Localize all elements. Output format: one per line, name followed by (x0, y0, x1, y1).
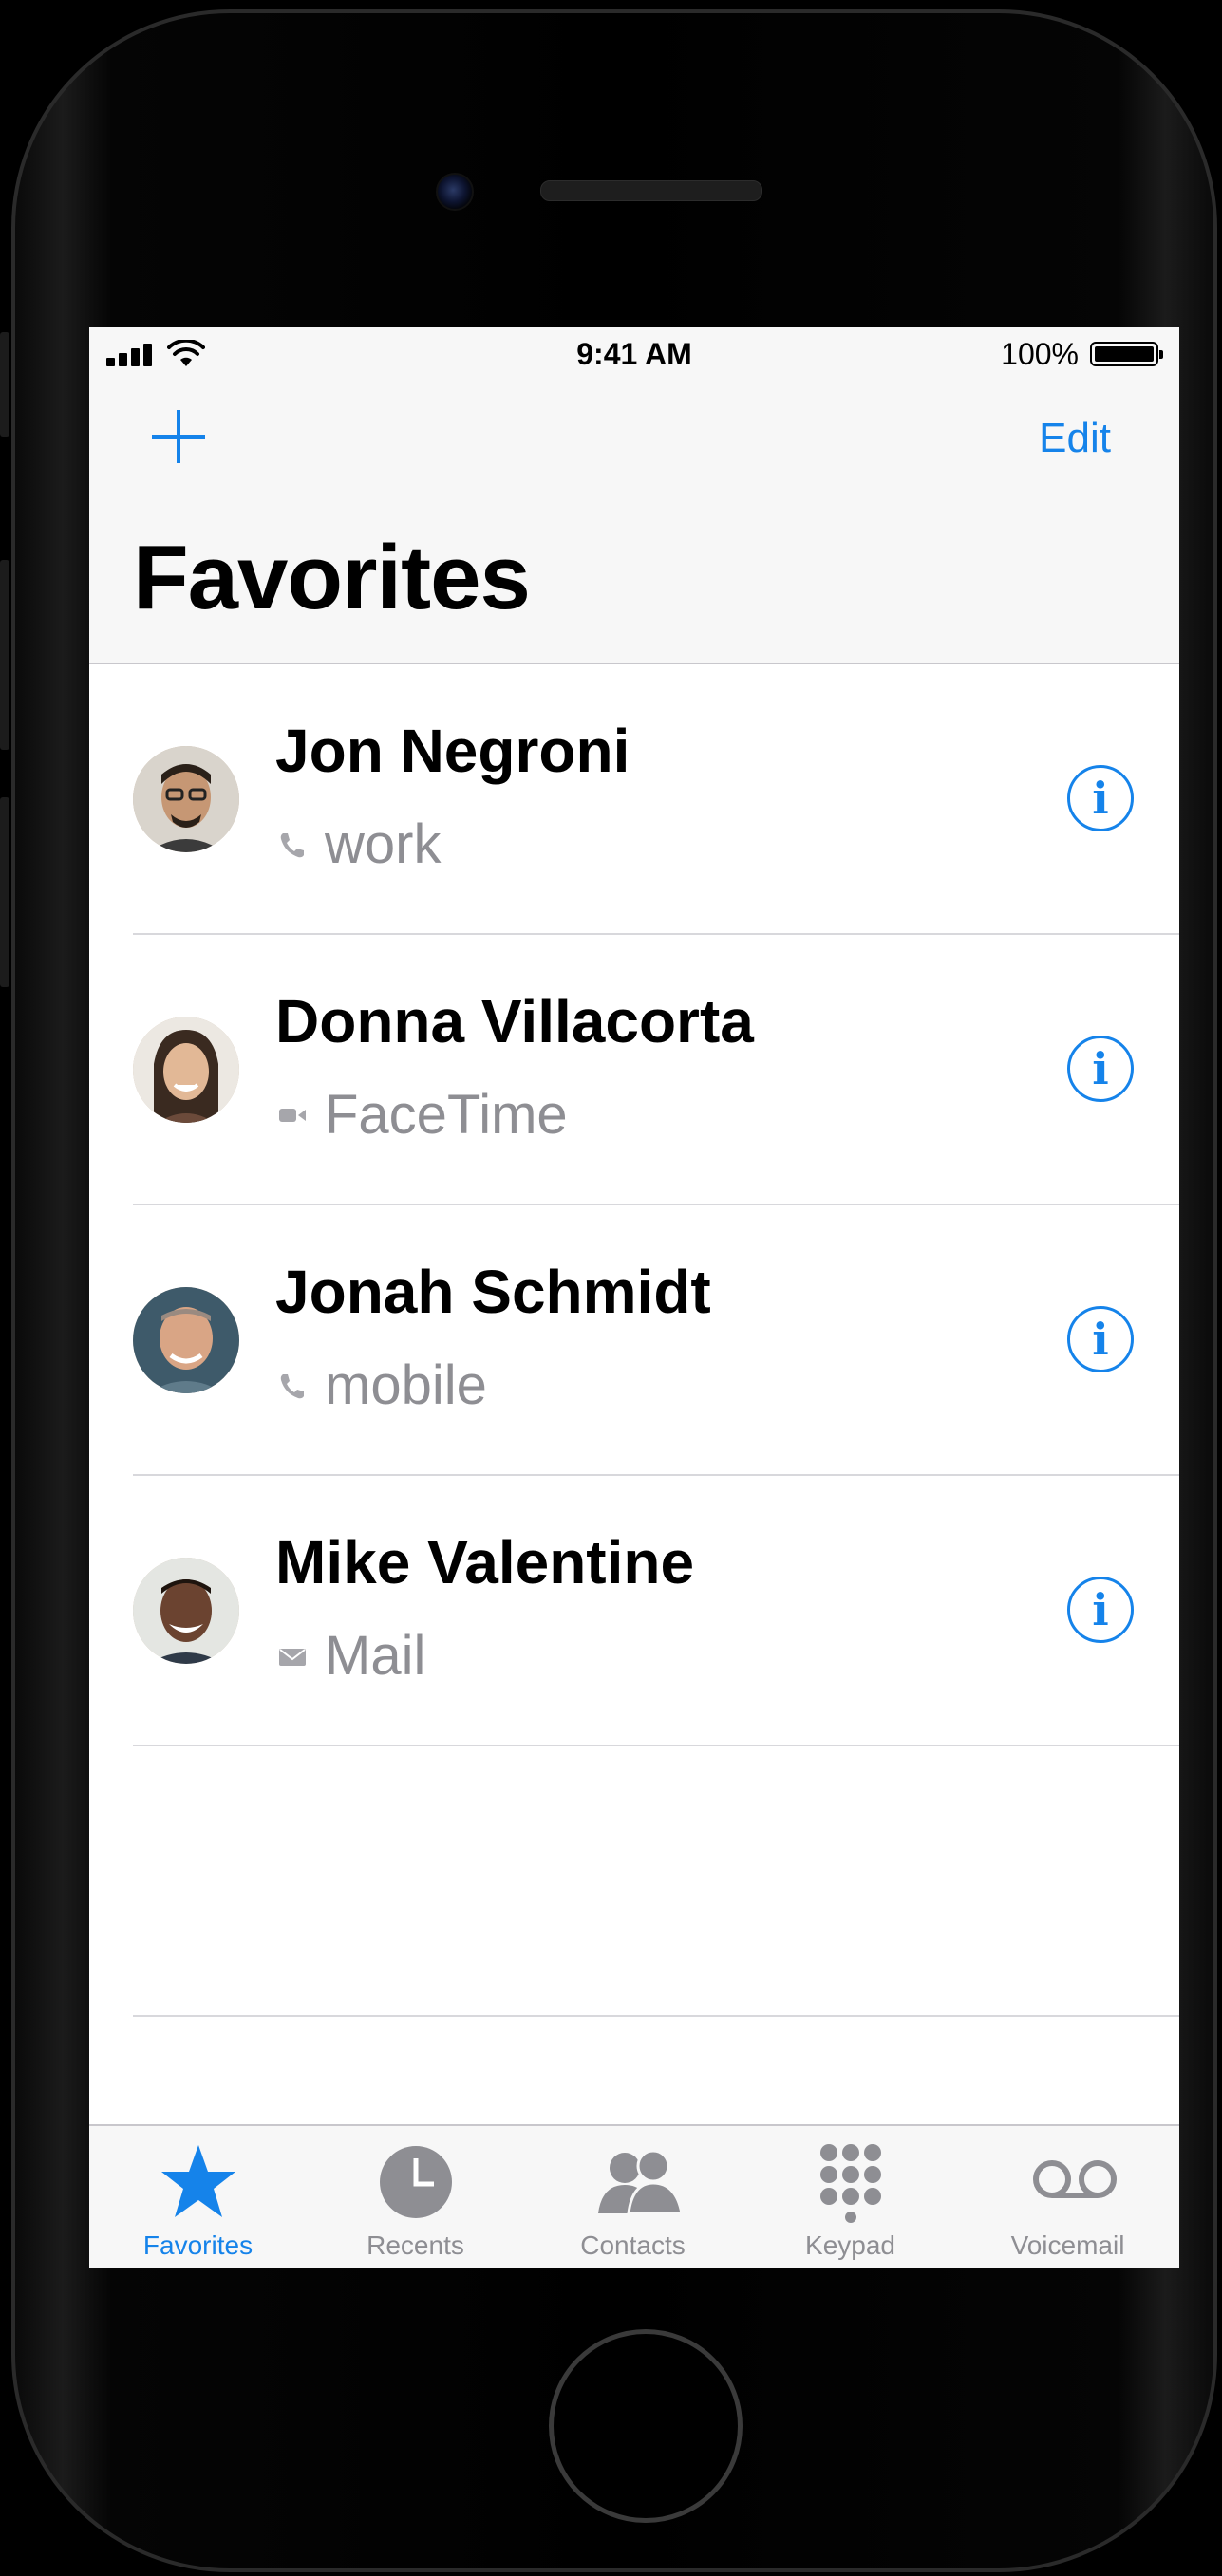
empty-row (89, 1746, 1179, 2017)
volume-down-button (0, 797, 9, 987)
favorite-row[interactable]: Donna Villacorta FaceTime i (89, 935, 1179, 1205)
voicemail-icon (1033, 2160, 1117, 2198)
favorite-row[interactable]: Jon Negroni work i (89, 664, 1179, 935)
contact-method-label: Mail (325, 1625, 426, 1687)
page-title: Favorites (133, 527, 531, 628)
avatar (133, 1287, 239, 1393)
volume-up-button (0, 560, 9, 750)
clock-icon (380, 2146, 452, 2218)
tab-contacts[interactable]: Contacts (524, 2126, 742, 2268)
mail-icon (279, 1648, 306, 1666)
favorite-row[interactable]: Mike Valentine Mail i (89, 1476, 1179, 1746)
tab-bar: Favorites Recents Contacts Keypad Voicem… (89, 2124, 1179, 2268)
favorites-list: Jon Negroni work i Donna Villacorta Face… (89, 664, 1179, 2017)
avatar (133, 746, 239, 852)
status-bar: 9:41 AM 100% (89, 327, 1179, 382)
contact-method-label: work (325, 813, 442, 875)
home-button[interactable] (549, 2329, 743, 2523)
avatar (133, 1017, 239, 1123)
front-camera (436, 173, 474, 211)
tab-label: Keypad (805, 2231, 895, 2260)
info-button[interactable]: i (1067, 1577, 1134, 1643)
video-icon (279, 1108, 306, 1122)
contact-method-label: FaceTime (325, 1084, 568, 1146)
earpiece-speaker (540, 180, 762, 201)
tab-favorites[interactable]: Favorites (89, 2126, 307, 2268)
phone-icon (280, 1373, 304, 1398)
navigation-bar: Edit Favorites (89, 382, 1179, 664)
battery-percentage: 100% (1001, 337, 1079, 371)
mute-switch (0, 332, 9, 437)
avatar (133, 1558, 239, 1664)
edit-button[interactable]: Edit (1039, 415, 1111, 462)
tab-label: Favorites (142, 2231, 254, 2260)
contact-name: Donna Villacorta (275, 987, 754, 1055)
contact-method: mobile (275, 1353, 487, 1417)
tab-label: Recents (367, 2231, 464, 2260)
battery-icon (1090, 342, 1163, 366)
contact-name: Jon Negroni (275, 717, 630, 785)
tab-label: Voicemail (1010, 2231, 1125, 2260)
contact-method: Mail (275, 1624, 425, 1688)
star-icon (161, 2145, 235, 2217)
favorite-row[interactable]: Jonah Schmidt mobile i (89, 1205, 1179, 1476)
contact-method: FaceTime (275, 1083, 568, 1147)
keypad-icon (820, 2144, 881, 2223)
tab-recents[interactable]: Recents (307, 2126, 524, 2268)
info-button[interactable]: i (1067, 1306, 1134, 1372)
contact-method: work (275, 812, 441, 876)
contact-name: Mike Valentine (275, 1528, 695, 1596)
people-icon (598, 2149, 684, 2215)
row-separator (133, 2015, 1179, 2017)
tab-label: Contacts (580, 2231, 686, 2260)
tab-keypad[interactable]: Keypad (742, 2126, 959, 2268)
phone-screen: 9:41 AM 100% Edit Favorites Jon Negroni (89, 327, 1179, 2268)
tab-voicemail[interactable]: Voicemail (959, 2126, 1176, 2268)
phone-icon (280, 832, 304, 857)
info-button[interactable]: i (1067, 1036, 1134, 1102)
info-button[interactable]: i (1067, 765, 1134, 831)
contact-name: Jonah Schmidt (275, 1258, 711, 1326)
add-favorite-button[interactable] (152, 410, 205, 463)
contact-method-label: mobile (325, 1354, 487, 1416)
